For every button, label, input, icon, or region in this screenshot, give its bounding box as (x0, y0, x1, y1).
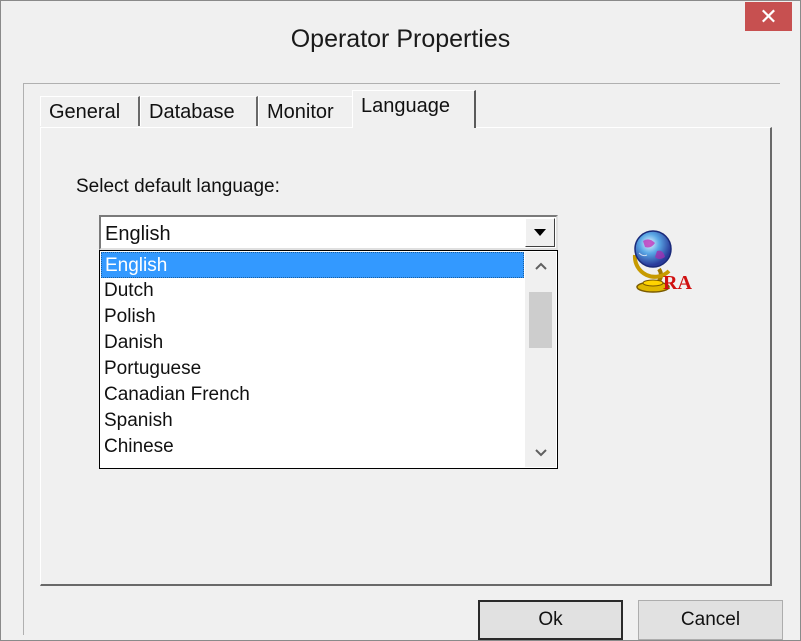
language-option-english[interactable]: English (101, 252, 524, 278)
dropdown-scrollbar[interactable] (525, 252, 556, 467)
ok-button[interactable]: Ok (478, 600, 623, 640)
language-option-spanish[interactable]: Spanish (101, 408, 524, 434)
scroll-up-button[interactable] (525, 252, 556, 280)
tab-monitor-label: Monitor (267, 101, 334, 123)
language-option-portuguese[interactable]: Portuguese (101, 356, 524, 382)
language-option-danish[interactable]: Danish (101, 330, 524, 356)
combobox-dropdown-button[interactable] (525, 218, 555, 247)
close-button[interactable]: ✕ (745, 2, 792, 31)
language-option-canadian-french[interactable]: Canadian French (101, 382, 524, 408)
globe-icon: RA (632, 230, 692, 294)
combobox-value: English (105, 223, 171, 245)
language-option-polish[interactable]: Polish (101, 304, 524, 330)
language-combobox[interactable]: English (99, 215, 558, 250)
tab-database[interactable]: Database (140, 96, 258, 126)
tab-language[interactable]: Language (352, 90, 476, 128)
tab-database-label: Database (149, 101, 235, 123)
tab-language-label: Language (361, 95, 450, 117)
close-icon: ✕ (759, 3, 778, 29)
dialog-window: Operator Properties ✕ General Database M… (0, 0, 801, 641)
language-dropdown-list[interactable]: English Dutch Polish Danish Portuguese C… (99, 250, 558, 469)
tab-general[interactable]: General (40, 96, 140, 126)
svg-text:RA: RA (663, 272, 692, 294)
language-option-chinese[interactable]: Chinese (101, 434, 524, 460)
window-title: Operator Properties (290, 25, 511, 53)
chevron-down-small-icon (534, 449, 547, 457)
language-option-dutch[interactable]: Dutch (101, 278, 524, 304)
tab-general-label: General (49, 101, 121, 123)
language-tab-panel: Select default language: English English… (40, 127, 772, 586)
scroll-thumb[interactable] (529, 292, 552, 348)
tab-monitor[interactable]: Monitor (258, 96, 354, 126)
scroll-down-button[interactable] (525, 439, 556, 467)
chevron-up-icon (534, 262, 547, 270)
chevron-down-icon (534, 229, 546, 236)
cancel-button[interactable]: Cancel (638, 600, 783, 640)
title-bar: Operator Properties ✕ (1, 1, 800, 85)
default-language-label: Select default language: (76, 176, 280, 197)
dialog-body: General Database Monitor Language Select… (23, 83, 783, 640)
